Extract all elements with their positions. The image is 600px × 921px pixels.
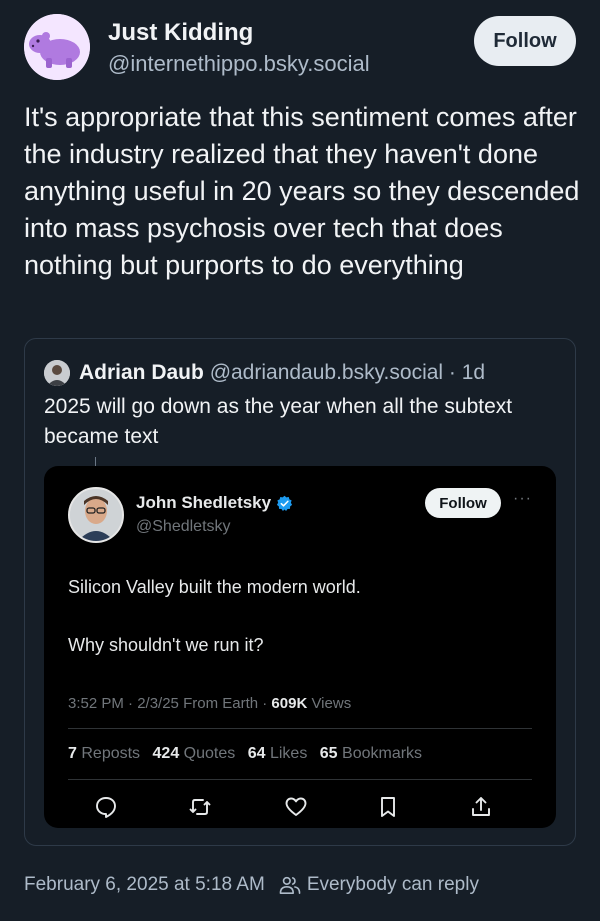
repost-icon <box>189 799 211 815</box>
embed-author-name: John Shedletsky <box>136 493 272 512</box>
quote-author-handle[interactable]: @adriandaub.bsky.social <box>210 361 443 384</box>
divider <box>68 779 532 780</box>
more-options-icon: ··· <box>513 490 532 507</box>
quote-author-name[interactable]: Adrian Daub <box>79 361 204 384</box>
embed-author-handle: @Shedletsky <box>136 518 231 535</box>
quote-age: · 1d <box>448 361 486 384</box>
embedded-screenshot[interactable]: John Shedletsky @Shedletsky Follow ··· S… <box>44 466 556 828</box>
author-avatar[interactable] <box>24 14 90 80</box>
reply-setting[interactable]: Everybody can reply <box>307 874 479 896</box>
quote-author-avatar[interactable] <box>44 360 70 386</box>
embed-views-label: Views <box>307 695 352 712</box>
post-timestamp[interactable]: February 6, 2025 at 5:18 AM <box>24 874 265 896</box>
quote-text: 2025 will go down as the year when all t… <box>44 395 513 448</box>
embed-author-avatar <box>68 487 124 543</box>
post-footer: February 6, 2025 at 5:18 AM Everybody ca… <box>24 874 479 896</box>
hippo-icon <box>24 14 90 80</box>
follow-button[interactable]: Follow <box>474 16 576 66</box>
stat-likes: 64 Likes <box>247 745 308 762</box>
embed-author-name-row: John Shedletsky <box>136 493 293 513</box>
embed-action-bar <box>94 795 504 819</box>
people-icon <box>279 876 301 894</box>
post-header: Just Kidding @internethippo.bsky.social … <box>24 14 576 80</box>
stat-bookmarks: 65 Bookmarks <box>319 745 423 762</box>
share-icon <box>472 797 490 816</box>
reply-icon <box>96 797 116 818</box>
embed-meta: 3:52 PM · 2/3/25 From Earth · 609K Views <box>68 695 351 712</box>
stat-reposts: 7 Reposts <box>68 745 141 762</box>
author-name[interactable]: Just Kidding <box>108 19 253 47</box>
embed-text-line1: Silicon Valley built the modern world. <box>68 577 361 597</box>
quote-header: Adrian Daub @adriandaub.bsky.social · 1d <box>79 361 485 385</box>
like-icon <box>285 797 307 816</box>
stat-quotes: 424 Quotes <box>152 745 236 762</box>
embed-stats: 7 Reposts 424 Quotes 64 Likes 65 Bookmar… <box>68 745 430 763</box>
verified-badge-icon <box>277 495 293 511</box>
bookmark-icon <box>381 797 395 817</box>
person-photo-icon <box>70 489 122 541</box>
post-text: It's appropriate that this sentiment com… <box>24 102 580 280</box>
quote-post-card[interactable]: Adrian Daub @adriandaub.bsky.social · 1d… <box>24 338 576 846</box>
embed-text-line2: Why shouldn't we run it? <box>68 635 264 655</box>
person-photo-icon <box>44 360 70 386</box>
embed-follow-button: Follow <box>425 488 501 518</box>
embed-timestamp: 3:52 PM · 2/3/25 From Earth · <box>68 695 272 712</box>
divider <box>68 728 532 729</box>
author-handle[interactable]: @internethippo.bsky.social <box>108 51 370 77</box>
embed-views-count: 609K <box>271 695 308 712</box>
